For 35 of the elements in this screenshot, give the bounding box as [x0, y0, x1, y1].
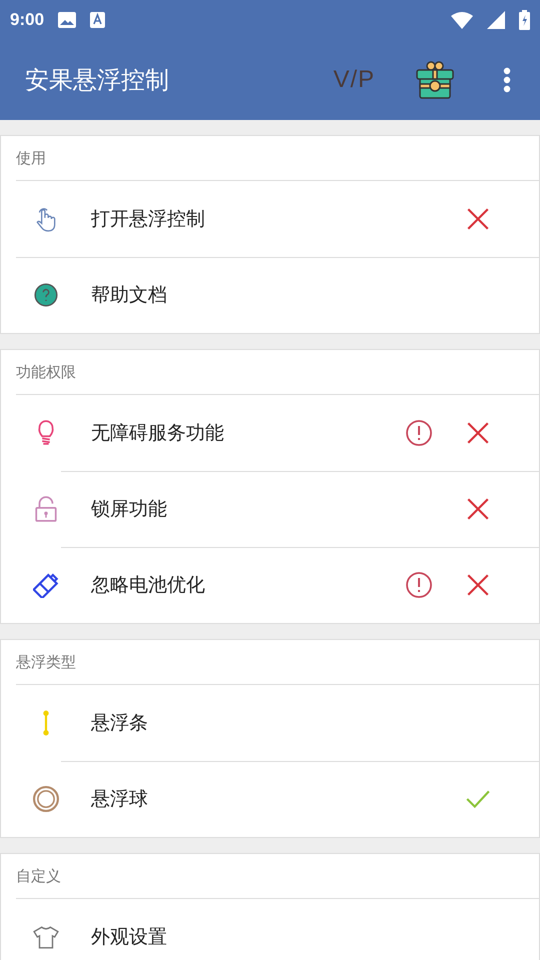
bar-icon	[43, 710, 49, 736]
warning-icon[interactable]	[405, 419, 433, 447]
battery-icon	[33, 574, 58, 598]
ball-icon	[33, 786, 59, 812]
section-header: 使用	[16, 136, 539, 181]
section-header: 功能权限	[16, 350, 539, 395]
padlock-icon	[35, 496, 57, 522]
section-header: 自定义	[16, 854, 539, 899]
setting-label[interactable]: 悬浮球	[91, 786, 465, 812]
font-icon	[90, 12, 106, 28]
warning-icon[interactable]	[405, 571, 433, 599]
help-icon	[34, 283, 58, 307]
setting-label[interactable]: 忽略电池优化	[91, 572, 405, 598]
tshirt-icon	[33, 926, 59, 949]
wifi-icon	[451, 12, 473, 28]
close-icon[interactable]	[465, 496, 491, 522]
hand-icon	[36, 208, 56, 232]
gift-icon[interactable]	[415, 60, 455, 100]
close-icon[interactable]	[465, 206, 491, 232]
section-header: 悬浮类型	[16, 640, 539, 685]
app-title: 安果悬浮控制	[25, 65, 170, 96]
image-icon	[58, 12, 76, 28]
status-time: 9:00	[10, 10, 44, 30]
battery-icon	[519, 10, 530, 30]
setting-label[interactable]: 外观设置	[91, 924, 539, 950]
close-icon[interactable]	[465, 572, 491, 598]
lightbulb-icon	[38, 420, 54, 445]
setting-label[interactable]: 打开悬浮控制	[91, 206, 465, 232]
close-icon[interactable]	[465, 420, 491, 446]
signal-icon	[487, 11, 505, 29]
more-icon[interactable]	[503, 67, 511, 93]
setting-label[interactable]: 帮助文档	[91, 282, 539, 308]
setting-label[interactable]: 锁屏功能	[91, 496, 465, 522]
setting-label[interactable]: 悬浮条	[91, 710, 539, 736]
setting-label[interactable]: 无障碍服务功能	[91, 420, 405, 446]
